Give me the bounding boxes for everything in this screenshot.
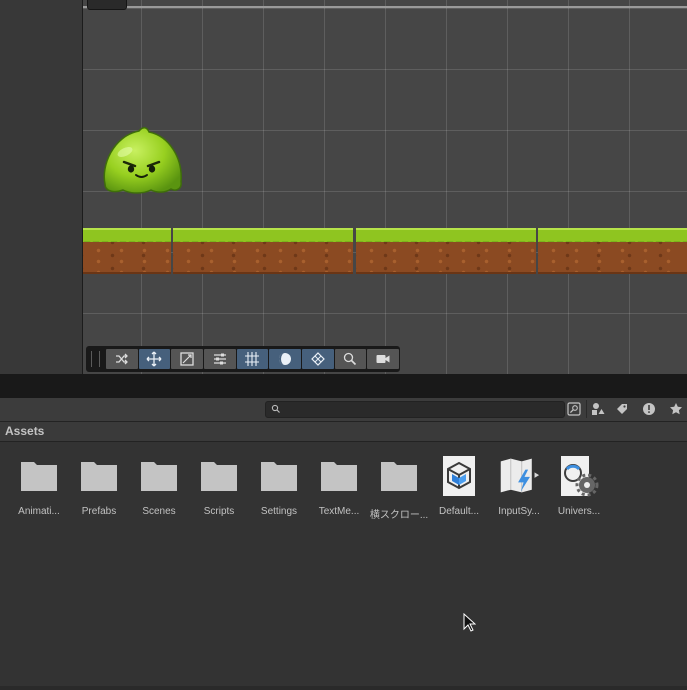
asset-item[interactable]: 横スクロー... [369,454,429,521]
search-icon [271,404,280,413]
favorites-button[interactable] [666,401,686,417]
search-box[interactable] [265,401,565,418]
asset-item[interactable]: Settings [249,454,309,521]
asset-item[interactable]: InputSy... [489,454,549,521]
camera-tool-button[interactable] [367,349,399,369]
snap-icon [310,352,325,366]
panel-divider[interactable] [0,374,687,398]
scene-tools-overlay [86,346,400,372]
input-actions-icon [500,458,540,493]
sliders-icon [213,353,226,365]
rect-transform-icon [180,352,194,366]
asset-item[interactable]: Univers... [549,454,609,521]
asset-label: Univers... [557,506,601,517]
log-types-button[interactable] [639,401,659,417]
asset-label: TextMe... [318,506,360,517]
asset-label: Scenes [142,506,176,517]
breadcrumb-bar: Assets [0,422,687,442]
asset-label: Settings [260,506,298,517]
asset-item[interactable]: Default... [429,454,489,521]
zoom-tool-button[interactable] [334,349,367,369]
camera-icon [376,355,390,363]
grid-icon [245,352,260,366]
folder-icon [201,462,237,491]
search-input[interactable] [284,402,554,417]
asset-label: Prefabs [81,506,117,517]
left-panel-strip [0,0,82,374]
ground-tile[interactable] [538,228,687,274]
asset-item[interactable]: TextMe... [309,454,369,521]
folder-icon [141,462,177,491]
filter-type-icon [592,403,605,415]
search-window-icon [567,402,581,416]
asset-label: InputSy... [498,506,540,517]
asset-label: Animati... [18,506,60,517]
rect-tool-button[interactable] [171,349,203,369]
toolbar-grip-handle[interactable] [91,351,100,367]
move-tool-button[interactable] [138,349,171,369]
scene-boundary-line [83,6,687,8]
folder-icon [381,462,417,491]
move-icon [146,351,162,367]
folder-icon [321,462,357,491]
asset-item[interactable]: Prefabs [69,454,129,521]
filter-by-label-button[interactable] [612,401,632,417]
asset-item[interactable]: Animati... [9,454,69,521]
render-pipeline-asset-icon [561,456,599,497]
asset-item[interactable]: Scenes [129,454,189,521]
asset-browser[interactable]: Animati... Prefabs Scenes Scripts Settin… [0,442,687,686]
package-icon [443,456,475,496]
ground-tile[interactable] [83,228,171,274]
slime-character-sprite[interactable] [99,126,185,196]
tag-icon [617,404,627,414]
toolbar-separator [586,400,587,418]
breadcrumb-assets[interactable]: Assets [5,424,44,438]
filter-by-type-button[interactable] [588,401,608,417]
asset-grid: Animati... Prefabs Scenes Scripts Settin… [9,454,609,521]
search-in-window-button[interactable] [564,401,584,417]
project-toolbar [0,398,687,422]
star-icon [670,403,682,415]
asset-label: Scripts [203,506,235,517]
warning-icon [643,403,655,415]
ground-tile[interactable] [356,228,536,274]
folder-icon [21,462,57,491]
shuffle-icon [115,353,128,365]
shuffle-tool-button[interactable] [105,349,138,369]
snap-toggle-button[interactable] [301,349,334,369]
folder-icon [81,462,117,491]
folder-icon [261,462,297,491]
settings-tool-button[interactable] [203,349,236,369]
shading-toggle-button[interactable] [269,349,301,369]
zoom-icon [344,352,357,366]
asset-label: Default... [438,506,480,517]
grid-toggle-button[interactable] [236,349,269,369]
scene-view[interactable] [82,0,687,374]
ground-tile[interactable] [173,228,353,274]
panel-bottom-edge [0,686,687,690]
shading-icon [279,353,292,365]
scene-gizmo[interactable] [87,0,127,10]
asset-item[interactable]: Scripts [189,454,249,521]
asset-label: 横スクロー... [369,510,429,521]
mouse-cursor-icon [463,613,476,632]
